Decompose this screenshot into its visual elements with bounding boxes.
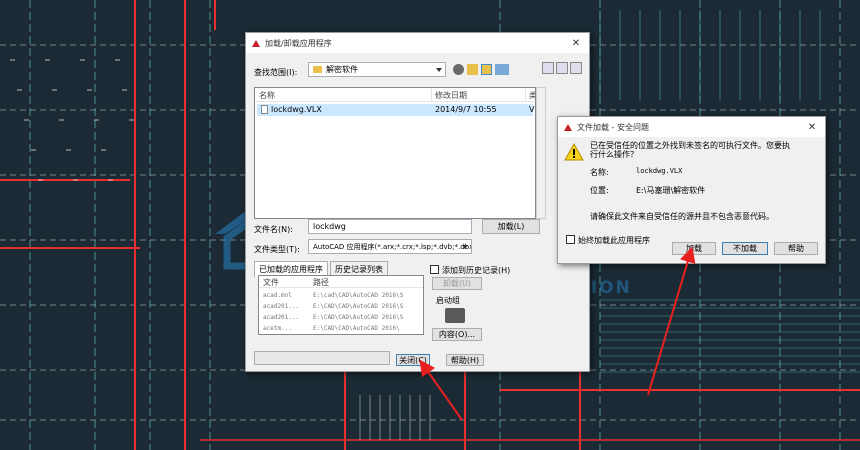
annotation-arrows xyxy=(419,246,696,421)
arrow-to-load-button xyxy=(647,246,696,396)
arrow-to-close-button xyxy=(419,359,463,421)
